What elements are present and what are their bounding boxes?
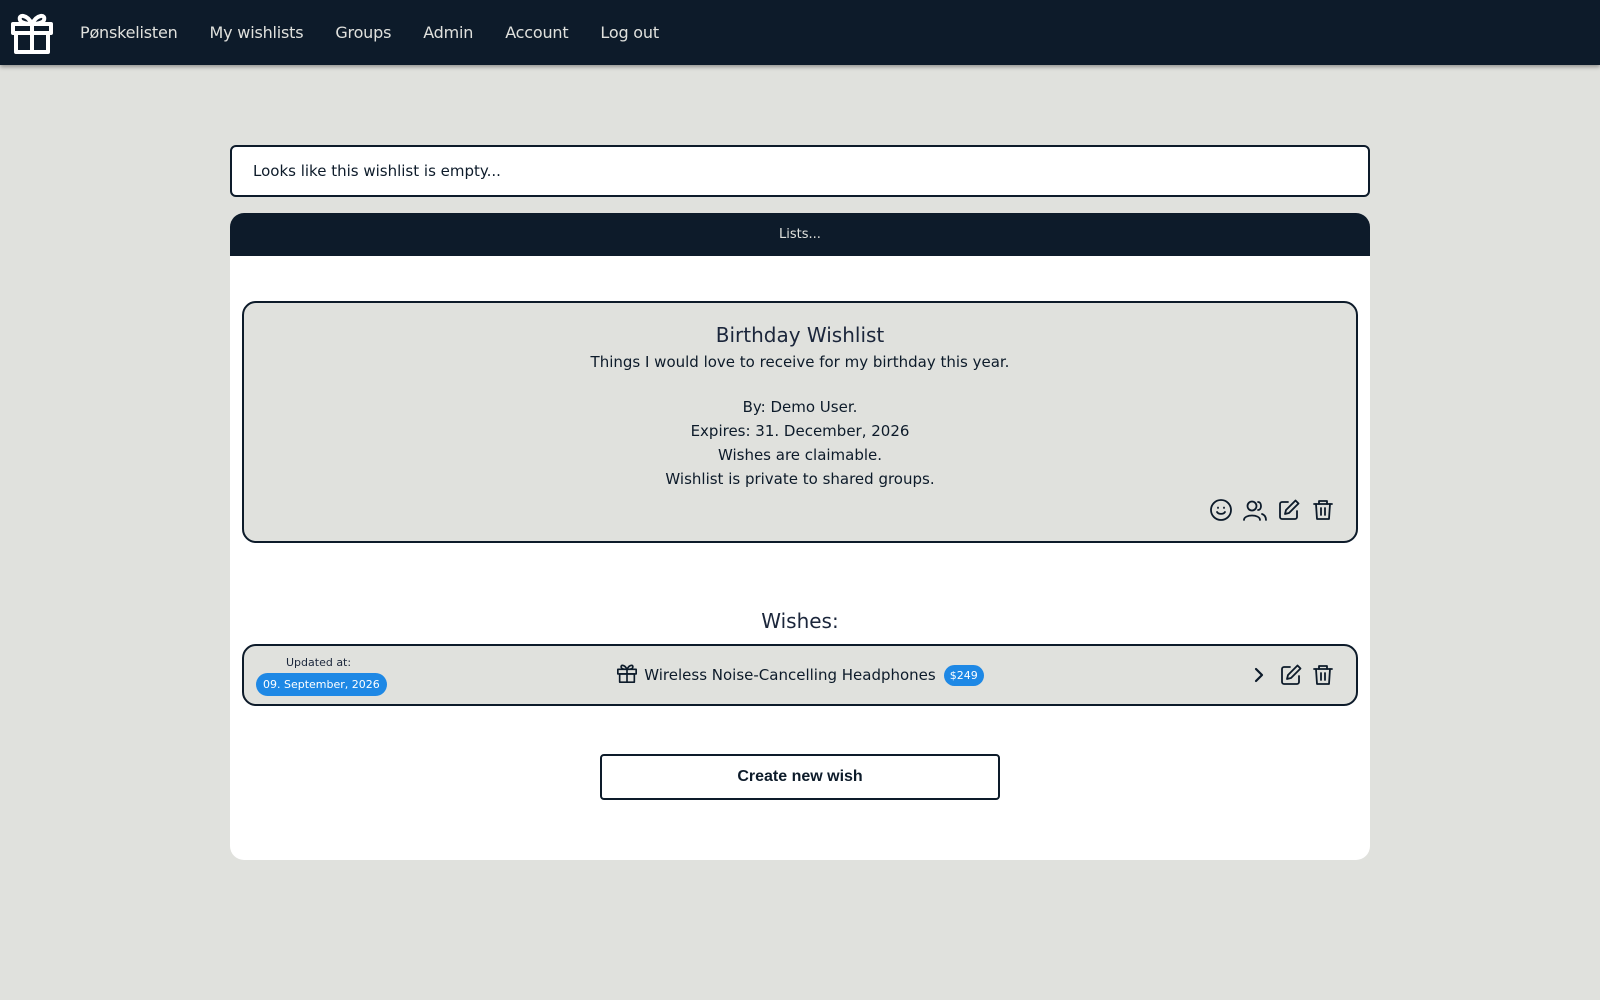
wishlist-actions xyxy=(1208,497,1336,523)
price-badge: $249 xyxy=(943,664,984,686)
panel-header: Lists... xyxy=(230,213,1370,256)
nav-my-wishlists[interactable]: My wishlists xyxy=(210,23,304,42)
users-icon[interactable] xyxy=(1242,497,1268,523)
nav-log-out[interactable]: Log out xyxy=(600,23,659,42)
wish-actions xyxy=(1246,662,1336,688)
nav-admin[interactable]: Admin xyxy=(423,23,473,42)
main-nav: Pønskelisten My wishlists Groups Admin A… xyxy=(80,0,691,65)
trash-icon[interactable] xyxy=(1310,497,1336,523)
wish-name[interactable]: Wireless Noise-Cancelling Headphones xyxy=(644,666,935,684)
create-new-wish-button[interactable]: Create new wish xyxy=(600,754,1000,800)
chevron-right-icon[interactable] xyxy=(1246,662,1272,688)
wishes-heading: Wishes: xyxy=(761,609,839,633)
nav-account[interactable]: Account xyxy=(505,23,568,42)
wishlist-expiry: Expires: 31. December, 2026 xyxy=(690,422,910,440)
empty-wishlist-notice: Looks like this wishlist is empty... xyxy=(230,145,1370,197)
wishlist-meta: By: Demo User. Expires: 31. December, 20… xyxy=(244,395,1356,491)
wish-row[interactable]: Updated at: 09. September, 2026 Wireless… xyxy=(242,644,1358,706)
wishlist-card: Birthday Wishlist Things I would love to… xyxy=(242,301,1358,543)
wish-summary: Wireless Noise-Cancelling Headphones $24… xyxy=(244,646,1356,704)
wishlist-title: Birthday Wishlist xyxy=(715,323,885,347)
smiley-icon[interactable] xyxy=(1208,497,1234,523)
edit-icon[interactable] xyxy=(1276,497,1302,523)
nav-groups[interactable]: Groups xyxy=(335,23,391,42)
nav-home[interactable]: Pønskelisten xyxy=(80,23,178,42)
wishlist-owner: By: Demo User. xyxy=(742,398,858,416)
gift-logo-icon[interactable] xyxy=(10,10,54,54)
lists-panel: Lists... Birthday Wishlist Things I woul… xyxy=(230,213,1370,860)
top-navbar: Pønskelisten My wishlists Groups Admin A… xyxy=(0,0,1600,65)
wishlist-privacy: Wishlist is private to shared groups. xyxy=(665,470,935,488)
delete-wish-icon[interactable] xyxy=(1310,662,1336,688)
wishlist-claimable: Wishes are claimable. xyxy=(717,446,883,464)
edit-wish-icon[interactable] xyxy=(1278,662,1304,688)
wishlist-description: Things I would love to receive for my bi… xyxy=(590,353,1010,371)
gift-icon xyxy=(616,662,638,688)
